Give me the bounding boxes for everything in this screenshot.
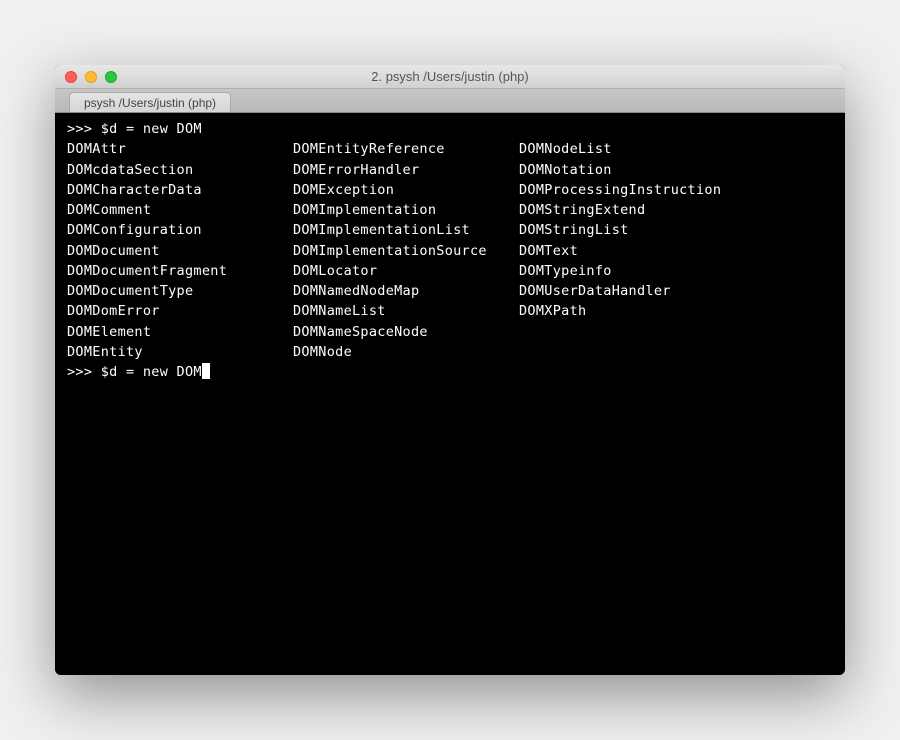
tab-label: psysh /Users/justin (php)	[84, 96, 216, 110]
completion-item: DOMDocumentFragment	[67, 261, 293, 281]
tab-bar: psysh /Users/justin (php)	[55, 89, 845, 113]
prompt-text: >>> $d = new DOM	[67, 364, 202, 380]
completion-column-1: DOMAttr DOMcdataSection DOMCharacterData…	[67, 139, 293, 362]
window-titlebar[interactable]: 2. psysh /Users/justin (php)	[55, 65, 845, 89]
minimize-button[interactable]	[85, 71, 97, 83]
completion-item: DOMDocumentType	[67, 281, 293, 301]
completion-item: DOMException	[293, 180, 519, 200]
completion-item: DOMText	[519, 241, 745, 261]
completion-item: DOMDomError	[67, 301, 293, 321]
prompt-line: >>> $d = new DOM	[67, 119, 833, 139]
window-title: 2. psysh /Users/justin (php)	[55, 69, 845, 84]
completion-item: DOMEntity	[67, 342, 293, 362]
completion-item: DOMImplementationSource	[293, 241, 519, 261]
completion-item: DOMcdataSection	[67, 160, 293, 180]
cursor	[202, 363, 210, 379]
completion-item: DOMNameList	[293, 301, 519, 321]
completion-column-2: DOMEntityReference DOMErrorHandler DOMEx…	[293, 139, 519, 362]
traffic-lights	[55, 71, 117, 83]
completion-column-3: DOMNodeList DOMNotation DOMProcessingIns…	[519, 139, 745, 362]
completion-list: DOMAttr DOMcdataSection DOMCharacterData…	[67, 139, 833, 362]
completion-item: DOMLocator	[293, 261, 519, 281]
completion-item: DOMAttr	[67, 139, 293, 159]
completion-item: DOMProcessingInstruction	[519, 180, 745, 200]
completion-item: DOMErrorHandler	[293, 160, 519, 180]
completion-item: DOMNamedNodeMap	[293, 281, 519, 301]
completion-item: DOMComment	[67, 200, 293, 220]
completion-item: DOMEntityReference	[293, 139, 519, 159]
completion-item: DOMImplementation	[293, 200, 519, 220]
terminal-window: 2. psysh /Users/justin (php) psysh /User…	[55, 65, 845, 675]
completion-item: DOMImplementationList	[293, 220, 519, 240]
completion-item: DOMStringList	[519, 220, 745, 240]
maximize-button[interactable]	[105, 71, 117, 83]
terminal-tab[interactable]: psysh /Users/justin (php)	[69, 92, 231, 112]
close-button[interactable]	[65, 71, 77, 83]
completion-item: DOMStringExtend	[519, 200, 745, 220]
completion-item: DOMUserDataHandler	[519, 281, 745, 301]
completion-item: DOMNodeList	[519, 139, 745, 159]
completion-item: DOMNotation	[519, 160, 745, 180]
terminal-content[interactable]: >>> $d = new DOM DOMAttr DOMcdataSection…	[55, 113, 845, 675]
completion-item: DOMElement	[67, 322, 293, 342]
current-prompt-line: >>> $d = new DOM	[67, 362, 833, 382]
completion-item: DOMDocument	[67, 241, 293, 261]
completion-item: DOMCharacterData	[67, 180, 293, 200]
completion-item: DOMConfiguration	[67, 220, 293, 240]
completion-item: DOMNameSpaceNode	[293, 322, 519, 342]
completion-item: DOMNode	[293, 342, 519, 362]
completion-item: DOMTypeinfo	[519, 261, 745, 281]
completion-item: DOMXPath	[519, 301, 745, 321]
